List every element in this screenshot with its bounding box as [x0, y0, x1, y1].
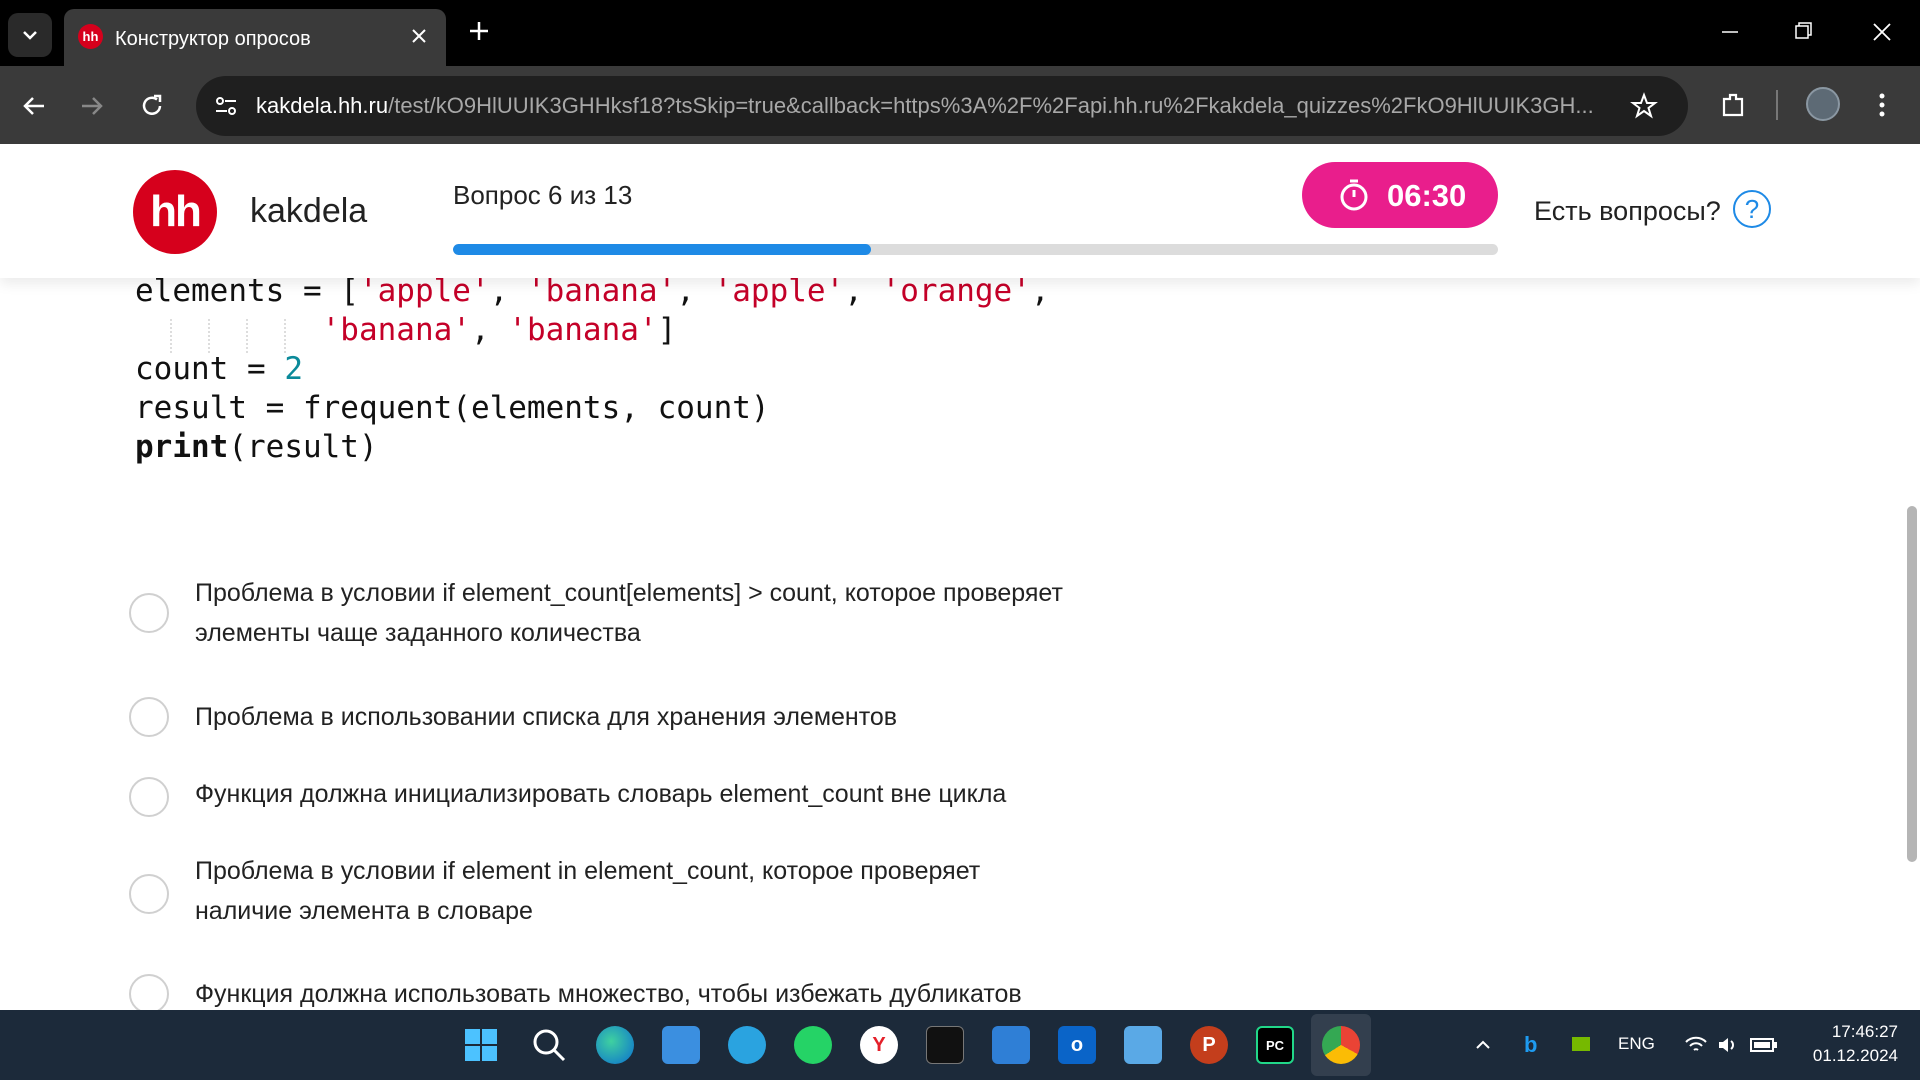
option-text[interactable]: Функция должна использовать множество, ч… — [195, 974, 1145, 1010]
tray-chevron-up-icon[interactable] — [1474, 1036, 1492, 1054]
code-block: elements = ['apple', 'banana', 'apple', … — [135, 273, 1050, 465]
close-window-icon[interactable] — [1862, 14, 1902, 50]
browser-toolbar: kakdela.hh.ru/test/kO9HlUUIK3GHHksf18?ts… — [0, 66, 1920, 144]
start-windows-icon[interactable] — [462, 1026, 500, 1064]
battery-icon[interactable] — [1750, 1036, 1778, 1054]
new-tab-icon[interactable] — [464, 16, 494, 46]
option-text[interactable]: Функция должна инициализировать словарь … — [195, 774, 1145, 814]
wifi-icon[interactable] — [1684, 1034, 1708, 1056]
radio-button[interactable] — [129, 974, 169, 1010]
forward-icon[interactable] — [72, 86, 112, 126]
page-content: hh kakdela Вопрос 6 из 13 06:30 Есть воп… — [0, 144, 1920, 1010]
hh-favicon: hh — [78, 24, 103, 49]
hh-logo[interactable]: hh — [133, 170, 217, 254]
bookmark-star-icon[interactable] — [1628, 90, 1660, 122]
outlook-icon[interactable]: o — [1058, 1026, 1096, 1064]
more-menu-icon[interactable] — [1864, 87, 1900, 123]
browser-tab[interactable]: hh Конструктор опросов — [64, 9, 446, 67]
stopwatch-icon — [1340, 179, 1368, 211]
windows-taskbar: Y o P PC b ENG 17:46:27 01.12.2024 — [0, 1010, 1920, 1080]
clock-time: 17:46:27 — [1831, 1022, 1898, 1041]
code-line-result: result = frequent(elements, count) — [135, 390, 770, 426]
yandex-browser-icon[interactable]: Y — [860, 1026, 898, 1064]
telegram-icon[interactable] — [728, 1026, 766, 1064]
edge-icon[interactable] — [596, 1026, 634, 1064]
address-bar[interactable]: kakdela.hh.ru/test/kO9HlUUIK3GHHksf18?ts… — [196, 76, 1688, 136]
question-counter: Вопрос 6 из 13 — [453, 180, 633, 210]
reload-icon[interactable] — [132, 86, 172, 126]
language-indicator[interactable]: ENG — [1618, 1034, 1655, 1054]
extensions-icon[interactable] — [1716, 87, 1752, 123]
pycharm-icon[interactable]: PC — [1256, 1026, 1294, 1064]
control-panel-icon[interactable] — [1124, 1026, 1162, 1064]
restore-icon[interactable] — [1782, 14, 1822, 50]
url-text[interactable]: kakdela.hh.ru/test/kO9HlUUIK3GHHksf18?ts… — [256, 93, 1594, 119]
whatsapp-icon[interactable] — [794, 1026, 832, 1064]
search-icon[interactable] — [530, 1026, 568, 1064]
help-icon[interactable]: ? — [1733, 190, 1771, 228]
clock-date: 01.12.2024 — [1812, 1046, 1898, 1065]
chevron-down-icon — [23, 31, 37, 40]
back-icon[interactable] — [14, 86, 54, 126]
notepad-icon[interactable] — [662, 1026, 700, 1064]
scrollbar-thumb[interactable] — [1907, 506, 1917, 862]
help-text[interactable]: Есть вопросы? — [1534, 196, 1721, 227]
volume-icon[interactable] — [1716, 1034, 1740, 1056]
radio-button[interactable] — [129, 697, 169, 737]
code-op: = [ — [284, 273, 359, 309]
toolbar-divider — [1776, 90, 1778, 120]
url-domain: kakdela.hh.ru — [256, 93, 389, 118]
code-string: 'banana' — [508, 312, 658, 348]
tab-search-button[interactable] — [8, 13, 52, 57]
brand-name: kakdela — [250, 192, 368, 230]
powerpoint-icon[interactable]: P — [1190, 1026, 1228, 1064]
code-number: 2 — [284, 351, 303, 387]
code-string: 'banana' — [526, 273, 677, 309]
url-path: /test/kO9HlUUIK3GHHksf18?tsSkip=true&cal… — [388, 93, 1594, 118]
quiz-header: hh kakdela Вопрос 6 из 13 06:30 Есть воп… — [0, 144, 1920, 278]
nvidia-icon[interactable] — [1572, 1037, 1590, 1051]
radio-button[interactable] — [129, 593, 169, 633]
radio-button[interactable] — [129, 874, 169, 914]
code-string: 'apple' — [358, 273, 490, 309]
option-text[interactable]: Проблема в условии if element in element… — [195, 851, 1145, 931]
code-var-count: count — [135, 351, 229, 387]
tab-title: Конструктор опросов — [115, 28, 311, 50]
progress-bar — [453, 244, 1498, 255]
option-line: элементы чаще заданного количества — [195, 619, 641, 647]
terminal-icon[interactable] — [926, 1026, 964, 1064]
bing-icon[interactable]: b — [1524, 1032, 1537, 1058]
option-line: наличие элемента в словаре — [195, 897, 533, 925]
code-string: 'apple' — [713, 273, 845, 309]
code-print-args: (result) — [228, 429, 378, 465]
progress-fill — [453, 244, 871, 255]
option-line: Проблема в условии if element in element… — [195, 857, 981, 885]
code-string: 'banana' — [321, 312, 471, 348]
system-clock[interactable]: 17:46:27 01.12.2024 — [1798, 1020, 1898, 1068]
chrome-icon[interactable] — [1322, 1026, 1360, 1064]
option-text[interactable]: Проблема в использовании списка для хран… — [195, 697, 1145, 737]
site-settings-icon[interactable] — [210, 90, 242, 122]
radio-button[interactable] — [129, 777, 169, 817]
photos-icon[interactable] — [992, 1026, 1030, 1064]
code-string: 'orange' — [881, 273, 1031, 309]
code-keyword-print: print — [135, 429, 229, 465]
code-op: = — [228, 351, 285, 387]
timer-badge: 06:30 — [1302, 162, 1498, 228]
browser-tab-bar: hh Конструктор опросов — [0, 0, 1920, 67]
option-line: Проблема в условии if element_count[elem… — [195, 579, 1063, 607]
timer-text: 06:30 — [1387, 178, 1467, 213]
code-var-elements: elements — [135, 273, 285, 309]
option-text[interactable]: Проблема в условии if element_count[elem… — [195, 573, 1145, 653]
close-tab-icon[interactable] — [404, 21, 434, 51]
minimize-icon[interactable] — [1710, 14, 1750, 50]
profile-avatar[interactable] — [1806, 87, 1840, 121]
